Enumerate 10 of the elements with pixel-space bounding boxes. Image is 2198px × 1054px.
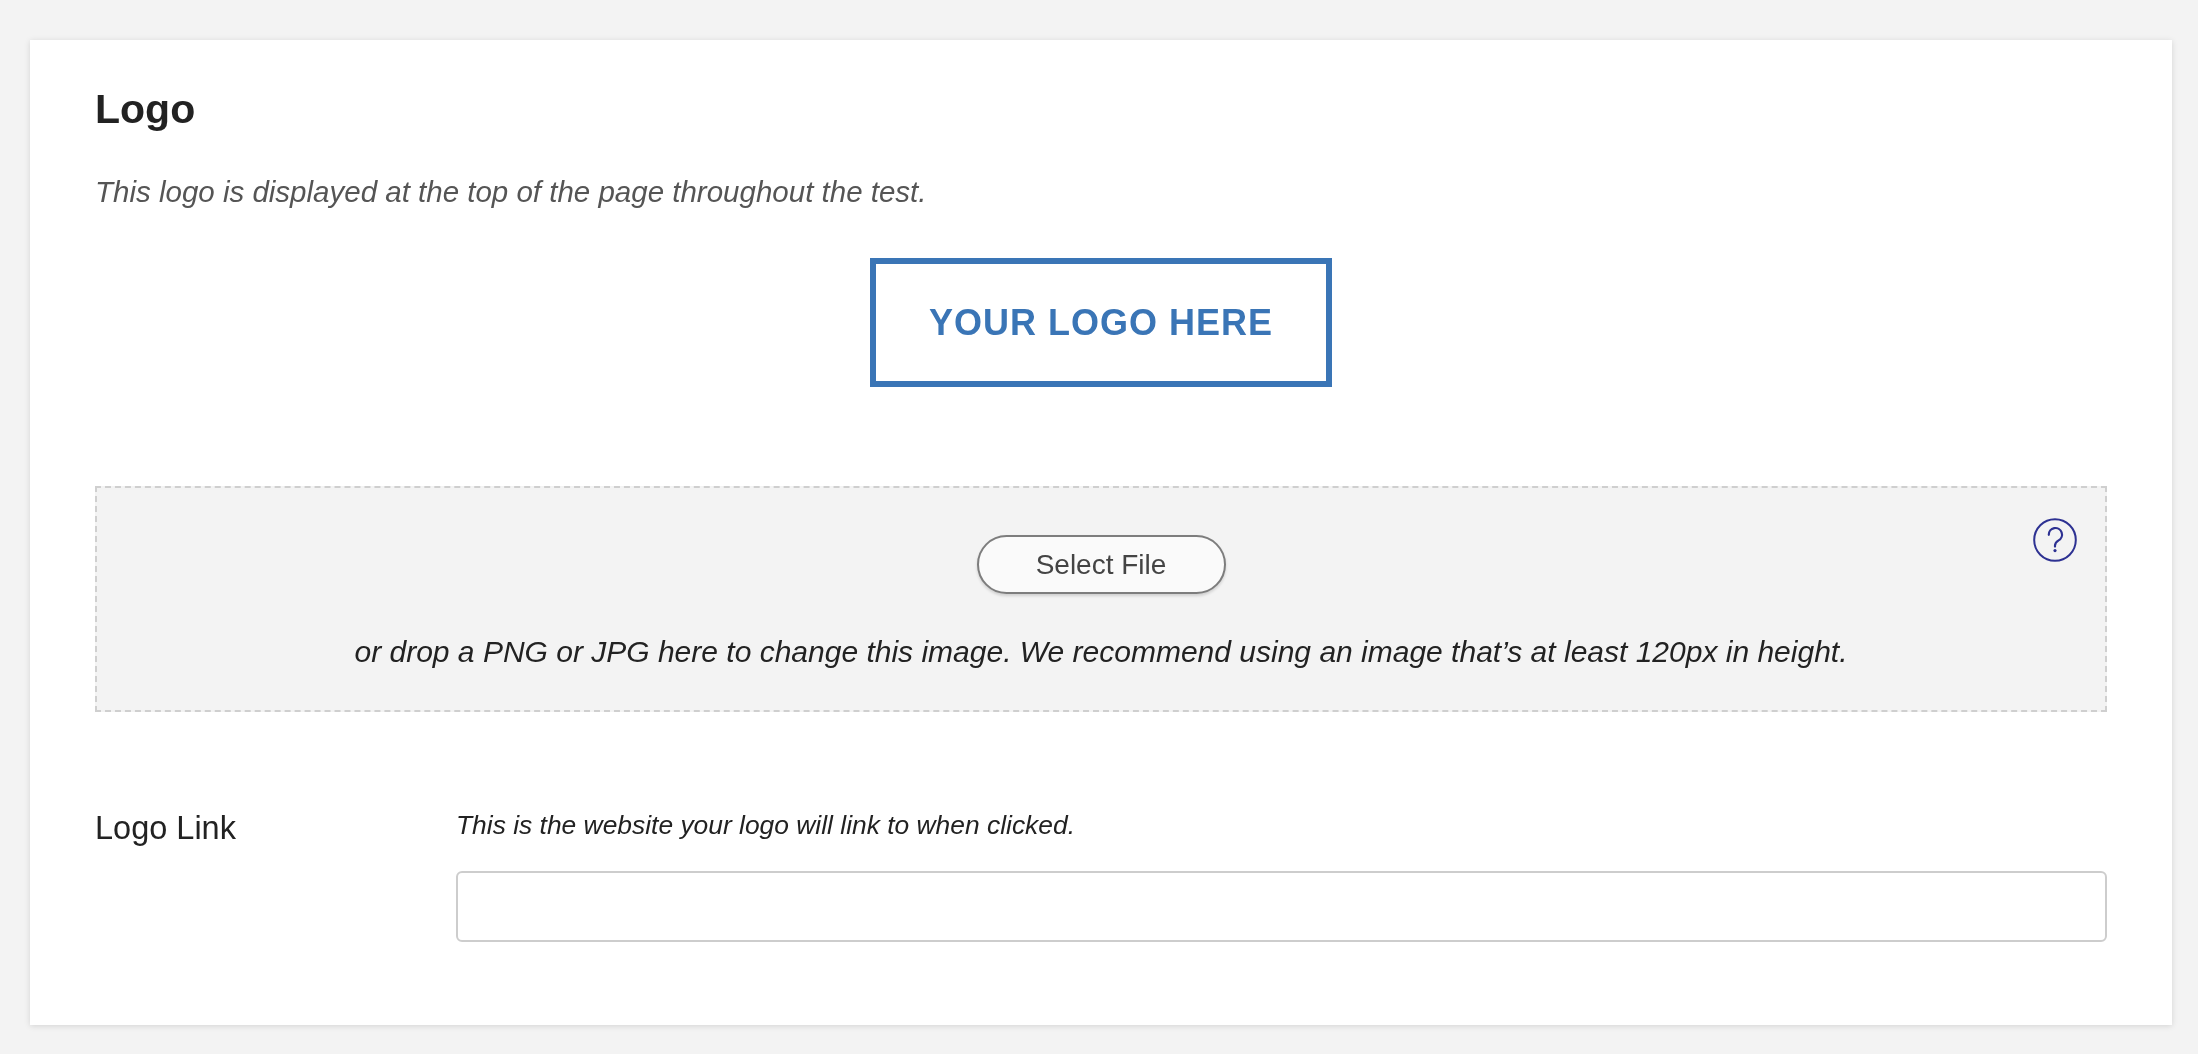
field-label: Logo Link — [95, 809, 236, 848]
section-description: This logo is displayed at the top of the page throughout the test. — [95, 174, 927, 210]
select-file-button[interactable]: Select File — [976, 535, 1226, 594]
drop-hint: or drop a PNG or JPG here to change this image. We recommend using an image that’s at least 120px in height. — [354, 634, 1848, 670]
help-icon[interactable] — [2033, 518, 2077, 562]
logo-link-input[interactable] — [456, 871, 2107, 942]
field-help-text: This is the website your logo will link to when clicked. — [456, 809, 1075, 842]
drop-zone[interactable]: Select File or drop a PNG or JPG here to change this image. We recommend using an image that’s at least 120px in height. — [95, 486, 2107, 712]
logo-text: YOUR LOGO HERE — [929, 304, 1273, 341]
section-title: Logo — [95, 85, 196, 133]
